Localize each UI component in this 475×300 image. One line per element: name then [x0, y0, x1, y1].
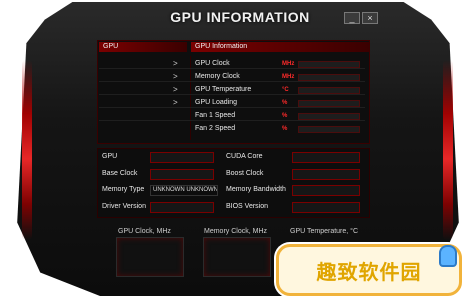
minimize-button[interactable]: _	[344, 12, 360, 24]
title-bar: GPU INFORMATION	[140, 6, 340, 28]
chevron-right-icon[interactable]: >	[173, 59, 178, 68]
memory-clock-gauge-label: Memory Clock, MHz	[204, 228, 268, 235]
gpu-clock-bar	[298, 61, 360, 68]
row-divider	[99, 81, 365, 82]
gpu-temperature-label: GPU Temperature	[195, 86, 252, 93]
memory-type-label: Memory Type	[102, 186, 145, 193]
right-glow-strip	[443, 60, 453, 240]
fan2-speed-label: Fan 2 Speed	[195, 125, 236, 132]
close-button[interactable]: ×	[362, 12, 378, 24]
memory-clock-unit: MHz	[282, 74, 295, 80]
memory-clock-gauge	[203, 237, 271, 277]
watermark-badge: 趣致软件园	[276, 244, 462, 296]
gpu-temperature-unit: °C	[282, 87, 289, 93]
chevron-right-icon[interactable]: >	[173, 85, 178, 94]
watermark-text: 趣致软件园	[316, 259, 422, 284]
memory-clock-label: Memory Clock	[195, 73, 240, 80]
row-divider	[99, 120, 365, 121]
gpu-name-label: GPU	[102, 153, 118, 160]
bios-version-label: BIOS Version	[226, 203, 269, 210]
gpu-clock-gauge	[116, 237, 184, 277]
gpu-clock-label: GPU Clock	[195, 60, 230, 67]
chevron-right-icon[interactable]: >	[173, 72, 178, 81]
gpu-temperature-gauge-label: GPU Temperature, °C	[290, 228, 359, 235]
gpu-name-value	[150, 152, 214, 163]
base-clock-label: Base Clock	[102, 170, 138, 177]
gpu-loading-label: GPU Loading	[195, 99, 238, 106]
gpu-clock-unit: MHz	[282, 61, 295, 67]
bios-version-value	[292, 202, 360, 213]
memory-bandwidth-value	[292, 185, 360, 196]
gpu-clock-gauge-label: GPU Clock, MHz	[118, 228, 171, 235]
chevron-right-icon[interactable]: >	[173, 98, 178, 107]
fan1-speed-label: Fan 1 Speed	[195, 112, 236, 119]
gpu-temperature-bar	[298, 87, 360, 94]
driver-version-value	[150, 202, 214, 213]
base-clock-value	[150, 169, 214, 180]
left-glow-strip	[22, 60, 32, 240]
fan2-speed-unit: %	[282, 126, 288, 132]
boost-clock-value	[292, 169, 360, 180]
fan1-speed-bar	[298, 113, 360, 120]
gpu-info-header: GPU Information	[191, 42, 369, 52]
gpu-loading-bar	[298, 100, 360, 107]
gpu-loading-unit: %	[282, 100, 288, 106]
fan1-speed-unit: %	[282, 113, 288, 119]
memory-clock-bar	[298, 74, 360, 81]
row-divider	[99, 94, 365, 95]
window-title: GPU INFORMATION	[170, 9, 310, 25]
boost-clock-label: Boost Clock	[226, 170, 264, 177]
cuda-core-label: CUDA Core	[226, 153, 263, 160]
cuda-core-value	[292, 152, 360, 163]
driver-version-label: Driver Version	[102, 203, 146, 210]
fan2-speed-bar	[298, 126, 360, 133]
row-divider	[99, 68, 365, 69]
memory-bandwidth-label: Memory Bandwidth	[226, 186, 286, 193]
lightbulb-icon	[439, 245, 457, 267]
memory-type-value: UNKNOWN UNKNOWN	[150, 185, 218, 196]
row-divider	[99, 107, 365, 108]
gpu-list-header[interactable]: GPU	[99, 42, 187, 52]
